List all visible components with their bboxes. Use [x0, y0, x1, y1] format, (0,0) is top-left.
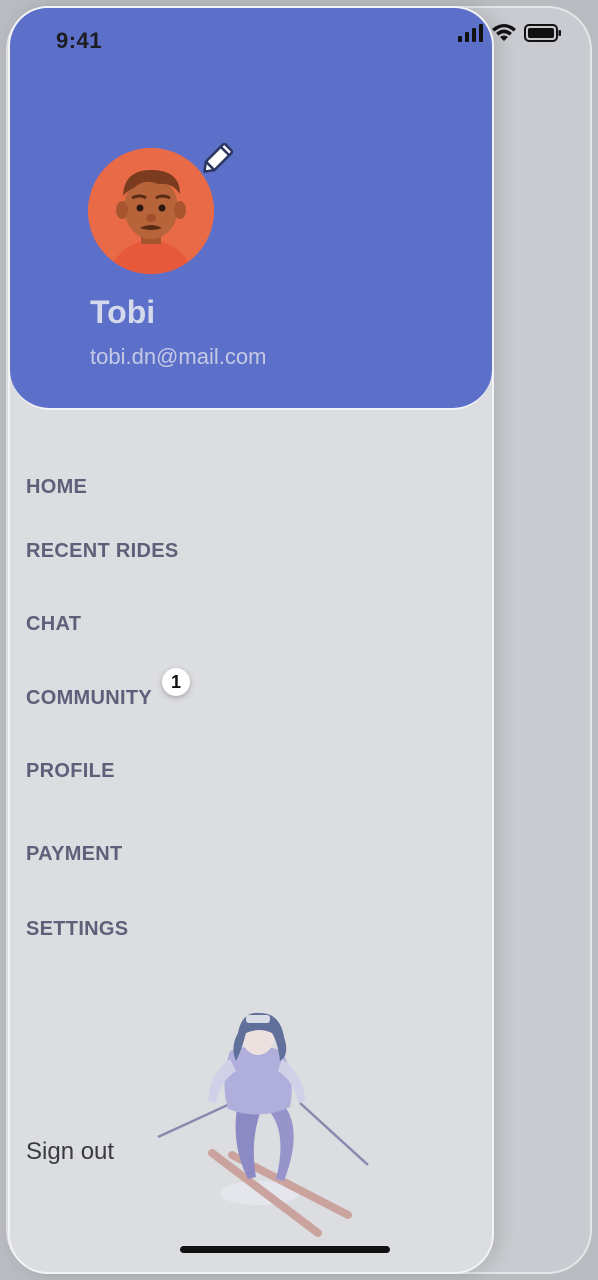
navigation-drawer: 9:41 Tobi tobi.dn@mail.com HOME RECENT R… — [8, 6, 494, 1274]
status-time: 9:41 — [56, 28, 103, 53]
menu-item-settings[interactable]: SETTINGS — [26, 918, 128, 941]
pencil-icon — [203, 142, 234, 173]
user-name: Tobi — [90, 294, 156, 330]
menu-item-profile[interactable]: PROFILE — [26, 760, 115, 783]
menu-item-payment[interactable]: PAYMENT — [26, 843, 123, 866]
status-bar: 9:41 — [10, 8, 492, 68]
battery-icon — [524, 24, 561, 42]
signal-icon — [458, 24, 483, 42]
skier-illustration — [150, 1003, 390, 1253]
menu-item-chat[interactable]: CHAT — [26, 613, 81, 636]
user-email: tobi.dn@mail.com — [90, 344, 267, 369]
menu-item-recent-rides[interactable]: RECENT RIDES — [26, 540, 179, 563]
menu-item-community[interactable]: COMMUNITY — [26, 687, 152, 710]
edit-profile-button[interactable] — [200, 136, 240, 176]
menu-item-home[interactable]: HOME — [26, 476, 87, 499]
home-indicator — [180, 1246, 390, 1253]
avatar-illustration — [88, 148, 214, 274]
status-icons — [458, 24, 562, 42]
wifi-icon — [492, 24, 516, 41]
avatar[interactable] — [88, 148, 214, 274]
sign-out-button[interactable]: Sign out — [26, 1138, 114, 1166]
profile-header: 9:41 Tobi tobi.dn@mail.com — [10, 8, 492, 410]
community-notification-badge: 1 — [162, 668, 190, 696]
